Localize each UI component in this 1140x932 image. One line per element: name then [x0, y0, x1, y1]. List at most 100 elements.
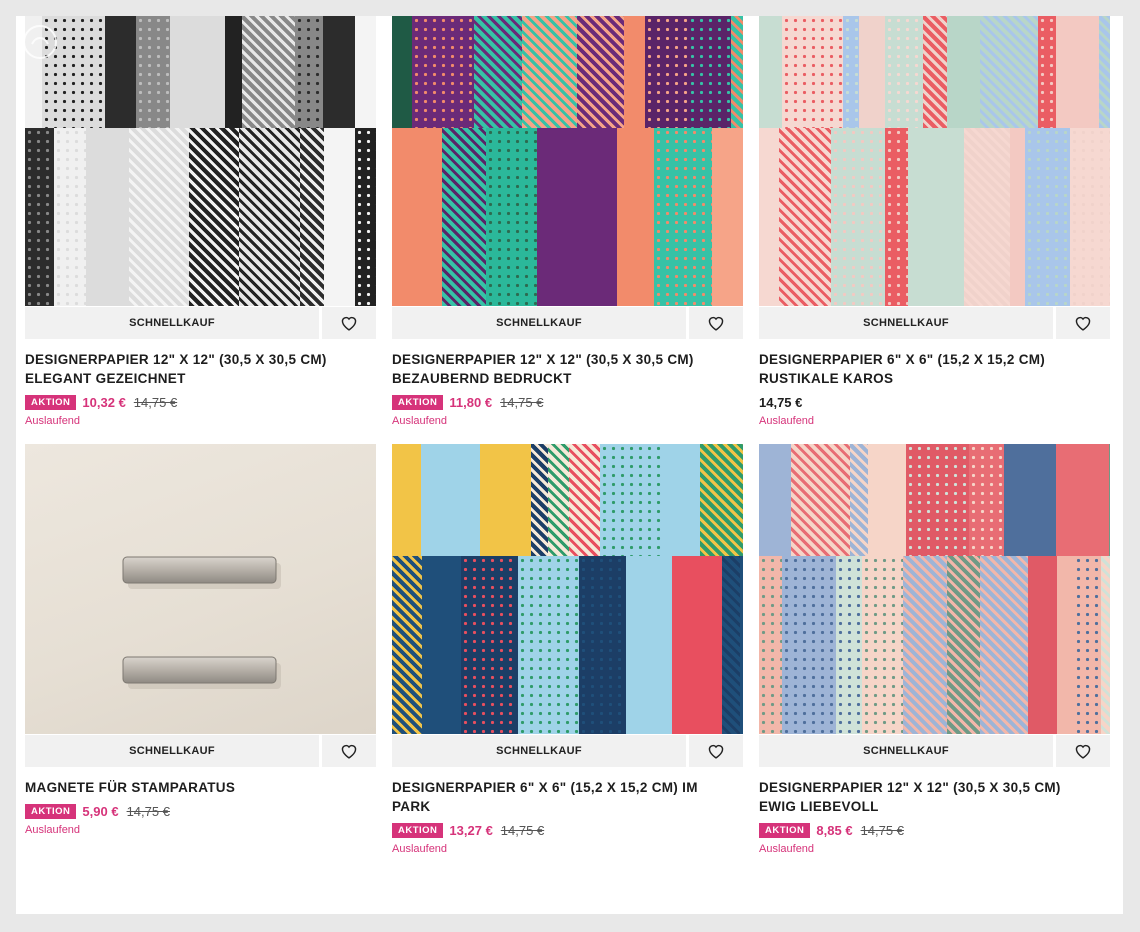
status-label: Auslaufend: [392, 843, 448, 855]
paper-swatch-row: [759, 556, 1110, 734]
product-image[interactable]: [759, 16, 1110, 306]
paper-swatch: [392, 444, 421, 556]
product-image[interactable]: [759, 444, 1110, 734]
paper-swatch: [474, 16, 522, 128]
paper-swatch: [548, 444, 569, 556]
paper-swatch: [442, 128, 486, 306]
paper-swatch: [189, 128, 239, 306]
wishlist-button[interactable]: [322, 735, 376, 767]
product-title-line1[interactable]: DESIGNERPAPIER 6" X 6" (15,2 X 15,2 CM) …: [392, 778, 743, 797]
paper-swatch: [54, 128, 86, 306]
paper-swatch: [662, 444, 700, 556]
product-title-line1[interactable]: DESIGNERPAPIER 12" X 12" (30,5 X 30,5 CM…: [759, 778, 1110, 797]
quick-buy-button[interactable]: SCHNELLKAUF: [759, 307, 1053, 339]
paper-swatch-row: [759, 444, 1110, 556]
paper-swatch: [392, 16, 412, 128]
product-title-line2[interactable]: BEZAUBERND BEDRUCKT: [392, 369, 743, 388]
paper-swatch: [624, 16, 645, 128]
product-title[interactable]: DESIGNERPAPIER 12" X 12" (30,5 X 30,5 CM…: [392, 350, 743, 388]
magnet-bars-illustration: [122, 556, 281, 689]
product-card[interactable]: SCHNELLKAUF MAGNETE FÜR STAMPARATUS AKTI…: [25, 444, 376, 836]
product-title-line2[interactable]: PARK: [392, 797, 743, 816]
paper-swatch: [885, 16, 923, 128]
paper-swatch: [1056, 444, 1109, 556]
quick-buy-button[interactable]: SCHNELLKAUF: [25, 735, 319, 767]
product-card[interactable]: SCHNELLKAUF DESIGNERPAPIER 12" X 12" (30…: [392, 16, 743, 427]
paper-swatch: [392, 556, 422, 734]
paper-swatch: [1025, 128, 1070, 306]
paper-swatch-row: [392, 556, 743, 734]
paper-swatch: [579, 556, 626, 734]
paper-swatch: [1056, 16, 1099, 128]
price-row: 14,75 €: [759, 392, 1110, 412]
sale-price: 10,32 €: [82, 394, 126, 410]
paper-swatch: [836, 556, 862, 734]
product-image[interactable]: [392, 16, 743, 306]
quick-buy-button[interactable]: SCHNELLKAUF: [25, 307, 319, 339]
product-title-line1[interactable]: DESIGNERPAPIER 12" X 12" (30,5 X 30,5 CM…: [25, 350, 376, 369]
quick-buy-button[interactable]: SCHNELLKAUF: [392, 307, 686, 339]
product-title[interactable]: DESIGNERPAPIER 12" X 12" (30,5 X 30,5 CM…: [25, 350, 376, 388]
paper-swatch: [779, 128, 831, 306]
paper-swatch: [170, 16, 225, 128]
paper-swatch: [537, 128, 560, 306]
paper-swatch: [242, 16, 295, 128]
product-image[interactable]: [392, 444, 743, 734]
original-price: 14,75 €: [126, 803, 170, 819]
paper-swatch: [759, 556, 782, 734]
product-title[interactable]: DESIGNERPAPIER 6" X 6" (15,2 X 15,2 CM) …: [759, 350, 1110, 388]
paper-swatch: [969, 444, 1004, 556]
product-title[interactable]: DESIGNERPAPIER 12" X 12" (30,5 X 30,5 CM…: [759, 778, 1110, 816]
paper-swatch: [654, 128, 712, 306]
wishlist-button[interactable]: [1056, 307, 1110, 339]
paper-swatch: [239, 128, 300, 306]
paper-swatch: [392, 128, 442, 306]
paper-swatch: [1028, 556, 1057, 734]
product-card[interactable]: SCHNELLKAUF DESIGNERPAPIER 6" X 6" (15,2…: [759, 16, 1110, 427]
paper-swatch: [722, 556, 740, 734]
product-title-line1[interactable]: DESIGNERPAPIER 6" X 6" (15,2 X 15,2 CM): [759, 350, 1110, 369]
quick-buy-button[interactable]: SCHNELLKAUF: [759, 735, 1053, 767]
paper-swatch: [569, 444, 600, 556]
product-title-line2[interactable]: ELEGANT GEZEICHNET: [25, 369, 376, 388]
product-card[interactable]: SCHNELLKAUF DESIGNERPAPIER 12" X 12" (30…: [759, 444, 1110, 855]
paper-swatch: [522, 16, 577, 128]
quick-buy-button[interactable]: SCHNELLKAUF: [392, 735, 686, 767]
sale-badge: AKTION: [392, 822, 444, 838]
paper-swatch: [1038, 16, 1056, 128]
wishlist-button[interactable]: [322, 307, 376, 339]
paper-swatch: [355, 128, 376, 306]
paper-swatch: [421, 444, 480, 556]
wishlist-button[interactable]: [1056, 735, 1110, 767]
paper-swatch: [731, 16, 743, 128]
paper-swatch: [518, 556, 579, 734]
sale-badge: AKTION: [25, 803, 77, 819]
paper-swatch-row: [392, 16, 743, 128]
paper-swatch: [740, 556, 743, 734]
paper-swatch: [964, 128, 1010, 306]
product-title[interactable]: MAGNETE FÜR STAMPARATUS: [25, 778, 376, 797]
product-card[interactable]: SCHNELLKAUF DESIGNERPAPIER 6" X 6" (15,2…: [392, 444, 743, 855]
status-label: Auslaufend: [759, 415, 815, 427]
product-image[interactable]: [25, 16, 376, 306]
product-card[interactable]: SCHNELLKAUF DESIGNERPAPIER 12" X 12" (30…: [25, 16, 376, 427]
product-title-line2[interactable]: EWIG LIEBEVOLL: [759, 797, 1110, 816]
paper-swatch-row: [392, 444, 743, 556]
paper-swatch: [831, 128, 885, 306]
paper-swatch: [908, 128, 964, 306]
product-title-line1[interactable]: MAGNETE FÜR STAMPARATUS: [25, 778, 376, 797]
wishlist-button[interactable]: [689, 735, 743, 767]
product-image[interactable]: [25, 444, 376, 734]
paper-swatch-row: [392, 128, 743, 306]
product-title[interactable]: DESIGNERPAPIER 6" X 6" (15,2 X 15,2 CM) …: [392, 778, 743, 816]
product-title-line2[interactable]: RUSTIKALE KAROS: [759, 369, 1110, 388]
product-title-line1[interactable]: DESIGNERPAPIER 12" X 12" (30,5 X 30,5 CM…: [392, 350, 743, 369]
sale-price: 8,85 €: [816, 822, 853, 838]
paper-swatch: [645, 16, 688, 128]
paper-swatch: [1004, 444, 1056, 556]
status-label: Auslaufend: [759, 843, 815, 855]
paper-swatch: [295, 16, 323, 128]
original-price: 14,75 €: [860, 822, 904, 838]
wishlist-button[interactable]: [689, 307, 743, 339]
paper-swatch: [1070, 128, 1110, 306]
